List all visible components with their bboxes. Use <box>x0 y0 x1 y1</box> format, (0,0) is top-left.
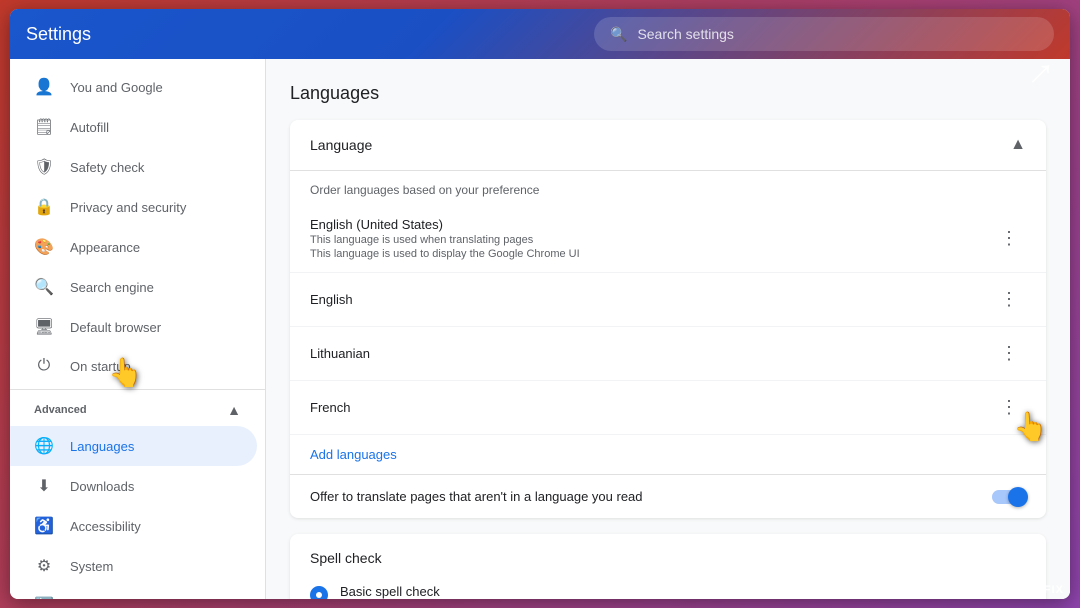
sidebar-item-accessibility[interactable]: ♿ Accessibility <box>10 506 257 546</box>
lock-icon: 🔒 <box>34 197 54 217</box>
browser-icon: 🖥 <box>34 317 54 337</box>
basic-spell-check-option[interactable]: Basic spell check <box>290 574 1046 599</box>
sidebar-item-you-and-google[interactable]: 👤 You and Google <box>10 67 257 107</box>
system-icon: ⚙ <box>34 556 54 576</box>
language-card-title: Language <box>310 137 372 153</box>
language-desc-english-us-1: This language is used when translating p… <box>310 234 580 246</box>
person-icon: 👤 <box>34 77 54 97</box>
language-info-french: French <box>310 400 350 415</box>
advanced-section-label: Advanced ▲ <box>10 394 265 426</box>
spell-check-card: Spell check Basic spell check Enhanced s… <box>290 534 1046 599</box>
sidebar-item-system[interactable]: ⚙ System <box>10 546 257 586</box>
language-desc-english-us-2: This language is used to display the Goo… <box>310 248 580 260</box>
language-name-english: English <box>310 292 353 307</box>
basic-spell-label: Basic spell check <box>340 584 440 599</box>
translate-label: Offer to translate pages that aren't in … <box>310 489 643 504</box>
sidebar-item-reset[interactable]: 🔄 Reset and clean up <box>10 586 257 599</box>
startup-icon: ⏻ <box>34 357 54 375</box>
chevron-up-icon: ▲ <box>227 402 241 418</box>
language-item-lithuanian: Lithuanian ⋮ <box>290 327 1046 381</box>
sidebar-item-search-engine[interactable]: 🔍 Search engine <box>10 267 257 307</box>
sidebar-item-privacy-security[interactable]: 🔒 Privacy and security <box>10 187 257 227</box>
order-label: Order languages based on your preference <box>290 171 1046 205</box>
search-bar[interactable]: 🔍 <box>594 17 1054 51</box>
globe-icon: 🌐 <box>34 436 54 456</box>
language-name-lithuanian: Lithuanian <box>310 346 370 361</box>
language-menu-english-us[interactable]: ⋮ <box>992 224 1026 253</box>
reset-icon: 🔄 <box>34 596 54 599</box>
appearance-icon: 🎨 <box>34 237 54 257</box>
page-title: Languages <box>290 83 1046 104</box>
watermark: UG●FIX <box>1018 584 1064 596</box>
accessibility-icon: ♿ <box>34 516 54 536</box>
sidebar: 👤 You and Google 🗒 Autofill 🛡 Safety che… <box>10 59 266 599</box>
translate-toggle-row: Offer to translate pages that aren't in … <box>290 474 1046 518</box>
shield-icon: 🛡 <box>34 157 54 177</box>
language-menu-lithuanian[interactable]: ⋮ <box>992 339 1026 368</box>
header: Settings 🔍 <box>10 9 1070 59</box>
sidebar-item-appearance[interactable]: 🎨 Appearance <box>10 227 257 267</box>
chevron-up-icon-2: ▲ <box>1010 136 1026 154</box>
search-icon: 🔍 <box>610 26 627 43</box>
language-menu-french[interactable]: ⋮ <box>992 393 1026 422</box>
language-name-english-us: English (United States) <box>310 217 580 232</box>
language-info-english: English <box>310 292 353 307</box>
language-item-english-us: English (United States) This language is… <box>290 205 1046 273</box>
language-info-lithuanian: Lithuanian <box>310 346 370 361</box>
toggle-thumb <box>1008 487 1028 507</box>
spell-check-title: Spell check <box>290 534 1046 574</box>
autofill-icon: 🗒 <box>34 117 54 137</box>
add-languages-button[interactable]: Add languages <box>290 435 1046 474</box>
basic-spell-text: Basic spell check <box>340 584 440 599</box>
sidebar-item-safety-check[interactable]: 🛡 Safety check <box>10 147 257 187</box>
settings-title: Settings <box>26 24 91 45</box>
language-card-header: Language ▲ <box>290 120 1046 171</box>
language-info-english-us: English (United States) This language is… <box>310 217 580 260</box>
sidebar-item-languages[interactable]: 🌐 Languages <box>10 426 257 466</box>
language-item-french: French ⋮ <box>290 381 1046 435</box>
sidebar-item-downloads[interactable]: ⬇ Downloads <box>10 466 257 506</box>
basic-spell-radio[interactable] <box>310 586 328 599</box>
language-item-english: English ⋮ <box>290 273 1046 327</box>
language-menu-english[interactable]: ⋮ <box>992 285 1026 314</box>
sidebar-item-default-browser[interactable]: 🖥 Default browser <box>10 307 257 347</box>
translate-toggle[interactable] <box>992 490 1026 504</box>
sidebar-item-autofill[interactable]: 🗒 Autofill <box>10 107 257 147</box>
search-engine-icon: 🔍 <box>34 277 54 297</box>
search-input[interactable] <box>637 26 1038 42</box>
language-card: Language ▲ Order languages based on your… <box>290 120 1046 518</box>
sidebar-divider <box>10 389 265 390</box>
language-name-french: French <box>310 400 350 415</box>
sidebar-item-on-startup[interactable]: ⏻ On startup <box>10 347 257 385</box>
main-content: Languages Language ▲ Order languages bas… <box>266 59 1070 599</box>
download-icon: ⬇ <box>34 476 54 496</box>
